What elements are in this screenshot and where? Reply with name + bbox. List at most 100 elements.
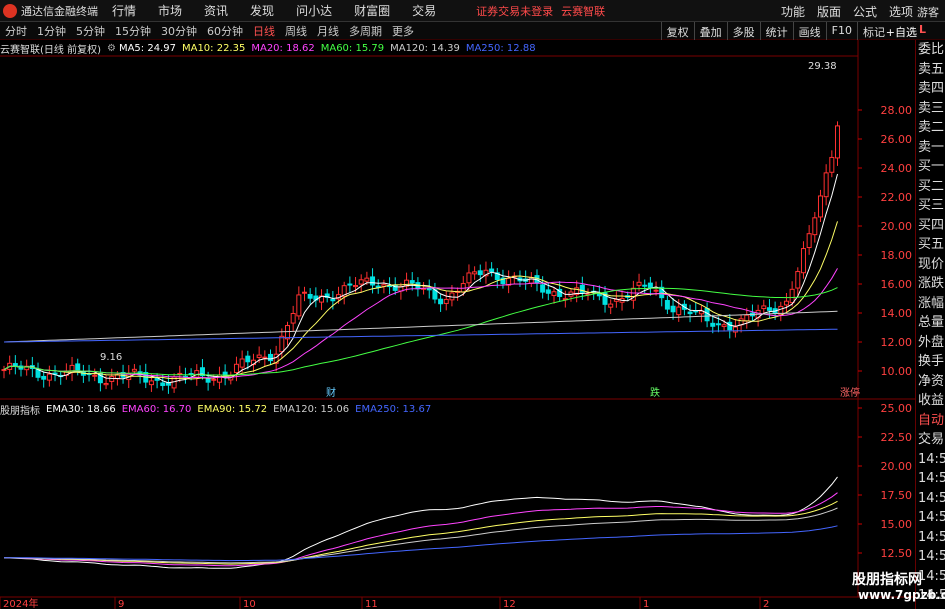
ema-legend: 股朋指标 EMA30: 18.66 EMA60: 16.70 EMA90: 15…	[0, 402, 437, 417]
y-tick-label: 24.00	[881, 162, 913, 175]
sub-y-tick-label: 20.00	[881, 460, 913, 473]
side-panel-label[interactable]: 交易	[916, 430, 945, 450]
side-panel-label: 卖四	[918, 81, 945, 96]
ema30-label: EMA30: 18.66	[46, 403, 116, 415]
side-panel-label: 外盘	[918, 334, 945, 350]
candle-body	[279, 335, 285, 353]
side-panel-label[interactable]: 自动	[916, 411, 945, 431]
side-panel-label: 14:56	[918, 471, 945, 486]
settings-icon[interactable]: ⚙	[107, 43, 116, 54]
candle-body	[783, 300, 789, 306]
candle-body	[596, 293, 602, 297]
side-panel-label: 14:56	[918, 490, 945, 506]
sub-y-tick-label: 15.00	[881, 518, 913, 531]
candle-body	[211, 378, 217, 381]
sub-y-tick-label: 25.00	[881, 402, 913, 415]
candle-body	[1, 369, 7, 372]
candle-body	[608, 303, 614, 308]
low-price-label: 9.16	[100, 352, 122, 363]
candle-body	[302, 291, 308, 294]
side-panel-label: 14:56	[918, 529, 945, 545]
y-tick-label: 26.00	[881, 133, 913, 146]
side-panel-label: 14:56	[918, 549, 945, 564]
candle-body	[545, 289, 551, 294]
x-tick-label: 2	[763, 599, 769, 609]
candle-body	[296, 294, 302, 317]
candle-body	[710, 322, 716, 327]
candle-body	[370, 276, 376, 286]
candle-body	[676, 306, 682, 316]
candle-body	[817, 195, 823, 218]
candle-body	[41, 375, 47, 380]
side-panel-label: 卖三	[918, 100, 945, 116]
candle-body	[466, 272, 472, 284]
candle-body	[364, 277, 370, 282]
side-panel-label: 委比	[918, 42, 945, 57]
ema250-line	[4, 525, 838, 562]
event-marker: 涨停	[840, 386, 860, 399]
candle-body	[75, 363, 81, 371]
candle-body	[438, 298, 444, 305]
y-tick-label: 16.00	[881, 278, 913, 291]
candle-body	[330, 298, 336, 302]
candle-body	[148, 380, 154, 386]
candle-body	[540, 284, 546, 293]
event-marker: 财	[326, 386, 336, 399]
sub-y-tick-label: 12.50	[881, 547, 913, 560]
candle-body	[687, 311, 693, 315]
ma5-label: MA5: 24.97	[118, 42, 176, 54]
ema30-line	[4, 476, 838, 569]
x-tick-label: 1	[643, 599, 649, 609]
side-panel-label: 卖五	[918, 61, 945, 77]
ma250-line	[3, 328, 838, 343]
ema120-label: EMA120: 15.06	[273, 403, 350, 415]
sub-chart-title: 股朋指标	[0, 405, 40, 417]
candle-body	[285, 325, 290, 340]
candle-body	[715, 323, 721, 326]
watermark-url: www.7gpzb.com	[858, 588, 945, 602]
y-tick-label: 14.00	[881, 307, 913, 320]
candle-body	[160, 382, 166, 387]
ma-legend: 云赛智联(日线 前复权) ⚙ MA5: 24.97 MA10: 22.35 MA…	[0, 41, 542, 56]
y-tick-label: 18.00	[881, 249, 913, 262]
candle-body	[823, 172, 829, 198]
candle-body	[761, 305, 767, 310]
candle-body	[256, 354, 262, 358]
ma20-label: MA20: 18.62	[251, 42, 315, 54]
candle-body	[664, 300, 670, 310]
x-tick-label: 12	[503, 599, 516, 609]
y-tick-label: 22.00	[881, 191, 913, 204]
candle-body	[789, 288, 795, 304]
ma120-label: MA120: 14.39	[390, 42, 460, 54]
candle-body	[812, 217, 818, 236]
x-tick-label: 11	[365, 599, 378, 609]
ma5-line	[3, 173, 838, 384]
candle-body	[353, 285, 359, 288]
candle-body	[239, 358, 245, 368]
candle-body	[409, 280, 415, 284]
sub-y-tick-label: 22.50	[881, 431, 913, 444]
candle-body	[131, 368, 137, 372]
candle-body	[721, 324, 727, 327]
side-panel-label: 现价	[918, 256, 945, 272]
candles	[1, 121, 840, 394]
kline-chart[interactable]: 28.00 26.00 24.00 22.00 20.00 18.00 16.00 14.00…	[0, 0, 945, 609]
candle-body	[744, 314, 750, 322]
y-tick-label: 28.00	[881, 104, 913, 117]
side-panel-label: 买五	[918, 237, 945, 252]
candle-body	[290, 312, 296, 324]
y-tick-label: 10.00	[881, 365, 913, 378]
side-panel-label: 14:56	[918, 510, 945, 525]
candle-body	[647, 282, 653, 289]
candle-body	[766, 307, 772, 311]
side-panel-label: 涨幅	[918, 295, 945, 311]
side-panel-label: 买一	[918, 159, 945, 174]
candle-body	[472, 271, 478, 275]
candle-body	[829, 156, 835, 173]
candle-body	[46, 373, 52, 381]
side-panel-label: 收益	[918, 393, 945, 408]
candle-body	[358, 279, 364, 285]
candle-body	[92, 374, 98, 377]
candle-body	[653, 289, 659, 292]
chart-title: 云赛智联(日线 前复权)	[0, 44, 101, 56]
